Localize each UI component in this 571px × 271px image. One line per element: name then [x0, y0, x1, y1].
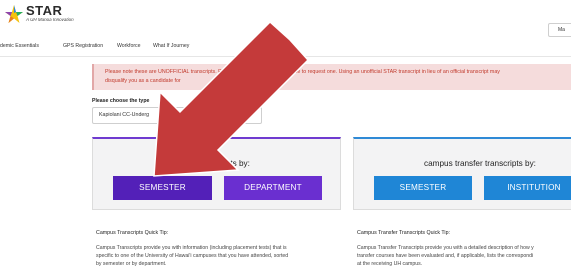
logo-subtitle: A UH Manoa Innovation: [26, 17, 74, 22]
transfer-institution-button[interactable]: INSTITUTION: [484, 176, 571, 200]
user-menu-button[interactable]: Ma: [548, 23, 571, 37]
campus-tip-line: by semester or by department.: [96, 261, 167, 267]
star-logo-icon: [5, 5, 23, 23]
campus-card-title-prefix: ca: [165, 159, 174, 168]
campus-department-button[interactable]: DEPARTMENT: [224, 176, 322, 200]
nav-divider: [0, 56, 571, 57]
warning-line-1: Please note these are UNOFFICIAL transcr…: [105, 69, 500, 75]
campus-tip-text: Campus Transcripts provide you with info…: [96, 244, 288, 268]
nav-item-partial[interactable]: ps: [271, 43, 276, 49]
transfer-tip-title: Campus Transfer Transcripts Quick Tip:: [357, 230, 451, 236]
transfer-tip-line: Campus Transfer Transcripts provide you …: [357, 245, 534, 251]
main-nav: demic Essentials GPS Registration Workfo…: [0, 40, 571, 54]
header: STAR A UH Manoa Innovation Ma: [0, 0, 571, 37]
transfer-card-title: campus transfer transcripts by:: [424, 159, 536, 168]
warning-line-2: disqualify you as a candidate for: [105, 77, 181, 84]
transcript-type-select[interactable]: Kapiolani CC-Underg: [92, 107, 262, 124]
campus-tip-line: specific to one of the University of Haw…: [96, 253, 289, 259]
unofficial-warning: Please note these are UNOFFICIAL transcr…: [92, 64, 571, 90]
nav-item-what-if-journey[interactable]: What If Journey: [153, 43, 189, 49]
transcript-type-label: Please choose the type: [92, 98, 150, 104]
logo[interactable]: STAR A UH Manoa Innovation: [4, 4, 74, 24]
campus-card-title: us transcripts by:: [188, 159, 250, 168]
transfer-tip-line: at the receiving UH campus.: [357, 261, 423, 267]
campus-tip-line: Campus Transcripts provide you with info…: [96, 245, 287, 251]
campus-transfer-transcripts-card: campus transfer transcripts by: SEMESTER…: [353, 137, 571, 210]
nav-item-gps-registration[interactable]: GPS Registration: [63, 43, 103, 49]
nav-item-workforce[interactable]: Workforce: [117, 43, 141, 49]
nav-item-academic-essentials[interactable]: demic Essentials: [0, 43, 39, 49]
campus-transcripts-card: ca us transcripts by: SEMESTER DEPARTMEN…: [92, 137, 341, 210]
transfer-tip-text: Campus Transfer Transcripts provide you …: [357, 244, 534, 268]
campus-tip-title: Campus Transcripts Quick Tip:: [96, 230, 169, 236]
campus-semester-button[interactable]: SEMESTER: [113, 176, 212, 200]
transfer-tip-line: transfer courses have been evaluated and…: [357, 253, 534, 259]
transfer-semester-button[interactable]: SEMESTER: [374, 176, 472, 200]
logo-title: STAR: [26, 3, 63, 18]
